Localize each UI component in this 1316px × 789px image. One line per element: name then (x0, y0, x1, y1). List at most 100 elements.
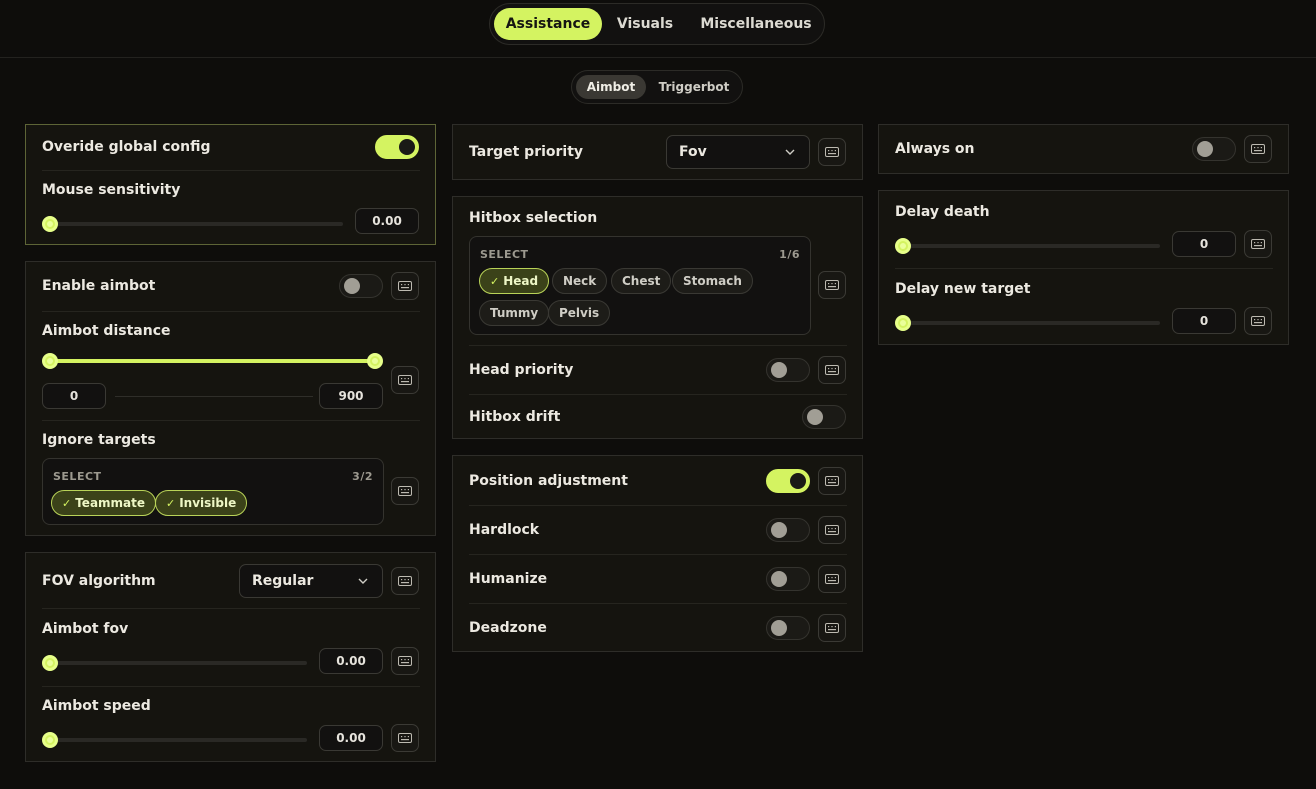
chip-pelvis[interactable]: Pelvis (548, 300, 611, 326)
aimbot-distance-min-input[interactable]: 0 (42, 383, 106, 409)
humanize-toggle[interactable] (766, 567, 810, 591)
main-tab-bar: Assistance Visuals Miscellaneous (489, 3, 825, 45)
hitbox-panel: Hitbox selection SELECT 1/6 ✓ Head Neck C… (452, 196, 863, 439)
ignore-select-count: 3/2 (352, 470, 373, 483)
tab-triggerbot[interactable]: Triggerbot (652, 75, 736, 99)
chip-neck[interactable]: Neck (552, 268, 608, 294)
chip-teammate[interactable]: ✓ Teammate (51, 490, 157, 516)
keyboard-icon (1251, 144, 1265, 154)
override-toggle[interactable] (375, 135, 419, 159)
fov-algorithm-dropdown[interactable]: Regular (239, 564, 383, 598)
aimbot-distance-max-thumb[interactable] (367, 353, 383, 369)
delay-panel: Delay death 0 Delay new target 0 (878, 190, 1289, 345)
aimbot-fov-track[interactable] (44, 661, 307, 665)
keyboard-icon (1251, 316, 1265, 326)
delay-new-target-value[interactable]: 0 (1172, 308, 1236, 334)
mouse-sensitivity-thumb[interactable] (42, 216, 58, 232)
aimbot-fov-thumb[interactable] (42, 655, 58, 671)
keyboard-icon (825, 525, 839, 535)
chip-stomach[interactable]: Stomach (672, 268, 753, 294)
enable-aimbot-keybind-button[interactable] (391, 272, 419, 300)
humanize-label: Humanize (469, 571, 548, 587)
delay-new-target-keybind-button[interactable] (1244, 307, 1272, 335)
ignore-targets-label: Ignore targets (42, 432, 156, 448)
humanize-keybind-button[interactable] (818, 565, 846, 593)
aimbot-fov-keybind-button[interactable] (391, 647, 419, 675)
sub-tab-bar: Aimbot Triggerbot (571, 70, 743, 104)
enable-aimbot-toggle[interactable] (339, 274, 383, 298)
aimbot-fov-label: Aimbot fov (42, 621, 129, 637)
aimbot-speed-keybind-button[interactable] (391, 724, 419, 752)
hitbox-keybind-button[interactable] (818, 271, 846, 299)
aimbot-speed-value[interactable]: 0.00 (319, 725, 383, 751)
fov-algorithm-keybind-button[interactable] (391, 567, 419, 595)
chevron-down-icon (358, 578, 368, 584)
always-on-keybind-button[interactable] (1244, 135, 1272, 163)
aimbot-speed-track[interactable] (44, 738, 307, 742)
tab-visuals[interactable]: Visuals (608, 8, 682, 40)
aimbot-distance-max-input[interactable]: 900 (319, 383, 383, 409)
ignore-targets-select[interactable]: SELECT 3/2 ✓ Teammate ✓ Invisible (42, 458, 384, 525)
deadzone-keybind-button[interactable] (818, 614, 846, 642)
always-on-label: Always on (895, 141, 975, 157)
chevron-down-icon (785, 149, 795, 155)
aimbot-distance-range-fill[interactable] (50, 359, 376, 363)
delay-new-target-track[interactable] (897, 321, 1160, 325)
chip-invisible[interactable]: ✓ Invisible (155, 490, 248, 516)
hardlock-keybind-button[interactable] (818, 516, 846, 544)
hitbox-drift-toggle[interactable] (802, 405, 846, 429)
aimbot-speed-thumb[interactable] (42, 732, 58, 748)
tab-assistance[interactable]: Assistance (494, 8, 602, 40)
head-priority-toggle[interactable] (766, 358, 810, 382)
head-priority-keybind-button[interactable] (818, 356, 846, 384)
delay-death-thumb[interactable] (895, 238, 911, 254)
position-adjustment-toggle[interactable] (766, 469, 810, 493)
head-priority-label: Head priority (469, 362, 574, 378)
keyboard-icon (825, 280, 839, 290)
chip-head[interactable]: ✓ Head (479, 268, 550, 294)
mouse-sensitivity-label: Mouse sensitivity (42, 182, 181, 198)
ignore-targets-keybind-button[interactable] (391, 477, 419, 505)
keyboard-icon (825, 623, 839, 633)
target-priority-dropdown[interactable]: Fov (666, 135, 810, 169)
chip-chest[interactable]: Chest (611, 268, 672, 294)
aimbot-distance-keybind-button[interactable] (391, 366, 419, 394)
hardlock-label: Hardlock (469, 522, 540, 538)
override-panel: Overide global config Mouse sensitivity … (25, 124, 436, 245)
position-adjustment-panel: Position adjustment Hardlock Humanize De… (452, 455, 863, 652)
keyboard-icon (398, 375, 412, 385)
aimbot-fov-value[interactable]: 0.00 (319, 648, 383, 674)
hitbox-select-caption: SELECT (480, 248, 529, 261)
keyboard-icon (398, 733, 412, 743)
chip-tummy[interactable]: Tummy (479, 300, 550, 326)
target-priority-keybind-button[interactable] (818, 138, 846, 166)
aimbot-speed-label: Aimbot speed (42, 698, 151, 714)
fov-panel: FOV algorithm Regular Aimbot fov 0.00 Ai… (25, 552, 436, 762)
delay-new-target-label: Delay new target (895, 281, 1031, 297)
position-adjustment-keybind-button[interactable] (818, 467, 846, 495)
tab-aimbot[interactable]: Aimbot (576, 75, 646, 99)
deadzone-toggle[interactable] (766, 616, 810, 640)
mouse-sensitivity-value[interactable]: 0.00 (355, 208, 419, 234)
keyboard-icon (825, 147, 839, 157)
hitbox-selection-label: Hitbox selection (469, 210, 598, 226)
tab-miscellaneous[interactable]: Miscellaneous (694, 8, 818, 40)
delay-death-track[interactable] (897, 244, 1160, 248)
check-icon: ✓ (490, 275, 500, 288)
keyboard-icon (398, 576, 412, 586)
hitbox-select[interactable]: SELECT 1/6 ✓ Head Neck Chest Stomach Tumm… (469, 236, 811, 335)
aimbot-distance-min-thumb[interactable] (42, 353, 58, 369)
delay-death-value[interactable]: 0 (1172, 231, 1236, 257)
keyboard-icon (398, 486, 412, 496)
position-adjustment-label: Position adjustment (469, 473, 628, 489)
hitbox-select-count: 1/6 (779, 248, 800, 261)
aimbot-panel: Enable aimbot Aimbot distance 0 900 Igno… (25, 261, 436, 536)
delay-death-keybind-button[interactable] (1244, 230, 1272, 258)
delay-new-target-thumb[interactable] (895, 315, 911, 331)
mouse-sensitivity-track[interactable] (44, 222, 343, 226)
target-priority-panel: Target priority Fov (452, 124, 863, 180)
fov-algorithm-label: FOV algorithm (42, 573, 156, 589)
keyboard-icon (825, 365, 839, 375)
hardlock-toggle[interactable] (766, 518, 810, 542)
always-on-toggle[interactable] (1192, 137, 1236, 161)
